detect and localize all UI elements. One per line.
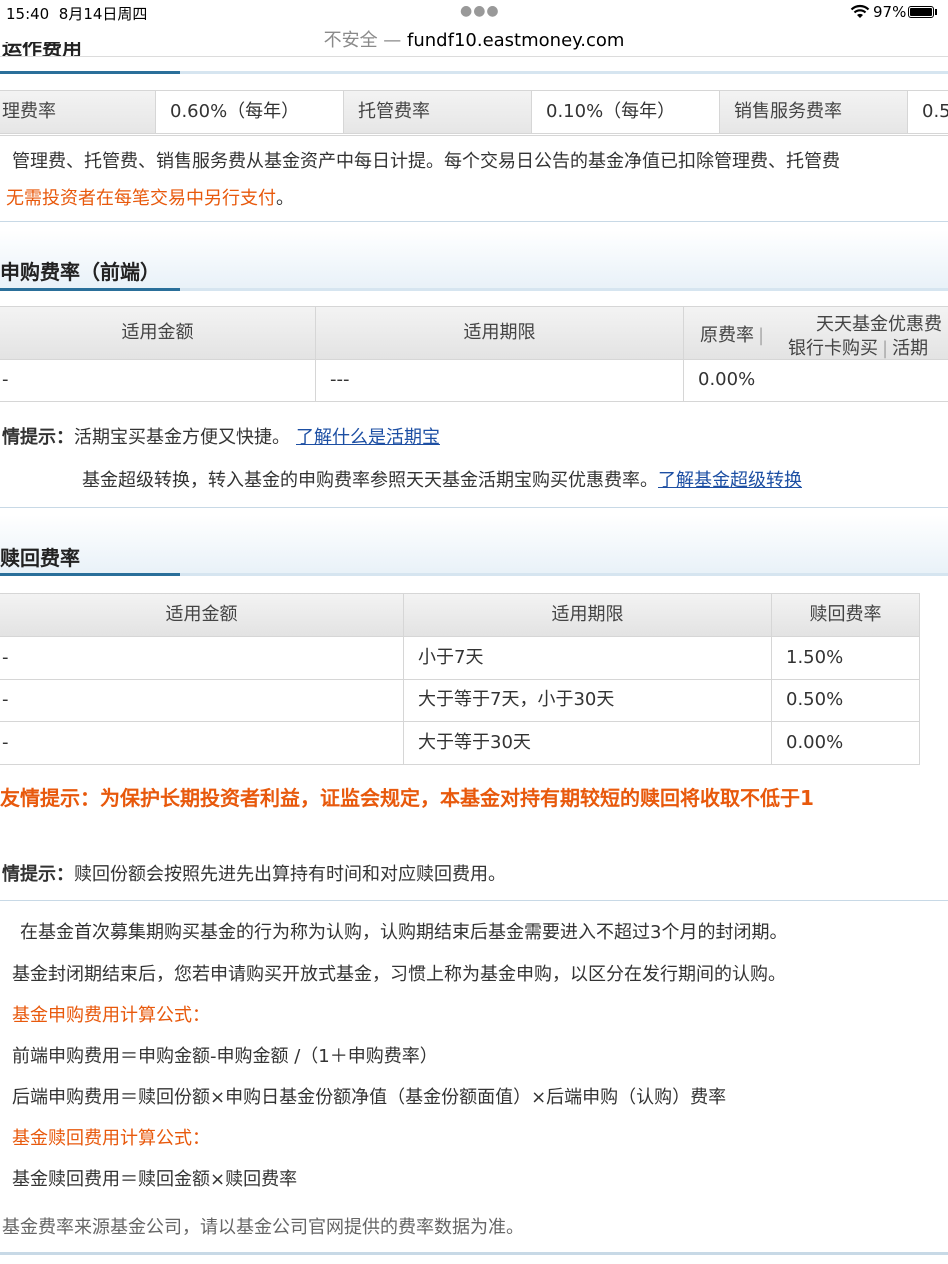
redemption-row-amount: - xyxy=(0,722,404,765)
huoqibao-link[interactable]: 了解什么是活期宝 xyxy=(296,427,440,448)
purchase-tip-label: 情提示： xyxy=(2,427,74,448)
footer-divider xyxy=(0,1252,948,1255)
management-fee-value: 0.60%（每年） xyxy=(156,91,344,134)
purchase-tip-text: 活期宝买基金方便又快捷。 xyxy=(74,427,290,448)
redemption-fees-title: 赎回费率 xyxy=(0,546,80,570)
wifi-icon xyxy=(850,4,870,24)
purchase-row-period: --- xyxy=(316,360,684,402)
battery-percent: 97% xyxy=(873,3,907,21)
redemption-header-period: 适用期限 xyxy=(404,593,772,637)
redemption-row-amount: - xyxy=(0,680,404,722)
explanation-line2: 基金封闭期结束后，您若申请购买开放式基金，习惯上称为基金申购，以区分在发行期间的… xyxy=(12,964,786,985)
purchase-fees-title-underline xyxy=(0,288,948,291)
browser-status-bar: 15:40 8月14日周四 ●●● 不安全 — fundf10.eastmone… xyxy=(0,0,948,57)
purchase-tip2: 基金超级转换，转入基金的申购费率参照天天基金活期宝购买优惠费率。了解基金超级转换 xyxy=(82,466,802,492)
operating-fees-title-text: 运作费用 xyxy=(2,42,82,56)
redemption-row-amount: - xyxy=(0,637,404,680)
redemption-header-amount: 适用金额 xyxy=(0,593,404,637)
custody-fee-label: 托管费率 xyxy=(344,91,532,134)
redemption-fees-table: 适用金额 适用期限 赎回费率 - 小于7天 1.50% - 大于等于7天，小于3… xyxy=(0,593,920,765)
section-divider xyxy=(0,507,948,508)
purchase-formula-backend: 后端申购费用＝赎回份额×申购日基金份额净值（基金份额面值）×后端申购（认购）费率 xyxy=(12,1087,727,1108)
custody-fee-value: 0.10%（每年） xyxy=(532,91,720,134)
redeem-formula-title: 基金赎回费用计算公式： xyxy=(12,1128,210,1149)
purchase-header-original-rate: 原费率 | xyxy=(700,325,765,346)
purchase-header-period: 适用期限 xyxy=(316,306,684,360)
status-time: 15:40 8月14日周四 xyxy=(6,3,147,24)
section-divider xyxy=(0,221,948,222)
purchase-tip: 情提示：活期宝买基金方便又快捷。 了解什么是活期宝 xyxy=(2,423,440,449)
purchase-header-rates: 原费率 | 天天基金优惠费 银行卡购买 | 活期 xyxy=(684,306,948,360)
redemption-tip-label: 情提示： xyxy=(2,864,74,885)
purchase-fees-table: 适用金额 适用期限 原费率 | 天天基金优惠费 银行卡购买 | 活期 - --- 0.… xyxy=(0,306,948,402)
purchase-row-amount: - xyxy=(0,360,316,402)
purchase-row-original-rate: 0.00% xyxy=(684,360,948,402)
super-conversion-link[interactable]: 了解基金超级转换 xyxy=(658,470,802,491)
url-text: fundf10.eastmoney.com xyxy=(407,30,625,51)
explanation-line1: 在基金首次募集期购买基金的行为称为认购，认购期结束后基金需要进入不超过3个月的封… xyxy=(20,922,788,943)
address-bar[interactable]: 不安全 — fundf10.eastmoney.com xyxy=(0,26,948,52)
operating-fees-table: 理费率 0.60%（每年） 托管费率 0.10%（每年） 销售服务费率 0.5 xyxy=(0,90,948,136)
discount-separator: | xyxy=(882,338,889,359)
sales-service-fee-value: 0.5 xyxy=(908,91,948,134)
redemption-header-rate: 赎回费率 xyxy=(772,593,920,637)
redemption-row-rate: 0.50% xyxy=(772,680,920,722)
redemption-row-rate: 1.50% xyxy=(772,637,920,680)
footer-note: 基金费率来源基金公司，请以基金公司官网提供的费率数据为准。 xyxy=(2,1217,524,1238)
redeem-formula: 基金赎回费用＝赎回金额×赎回费率 xyxy=(12,1169,298,1190)
management-fee-label: 理费率 xyxy=(0,91,156,134)
security-label: 不安全 xyxy=(323,30,378,51)
operating-fees-note-line1: 管理费、托管费、销售服务费从基金资产中每日计提。每个交易日公告的基金净值已扣除管… xyxy=(12,151,840,172)
status-date: 8月14日周四 xyxy=(58,5,148,23)
redemption-tip: 情提示：赎回份额会按照先进先出算持有时间和对应赎回费用。 xyxy=(2,860,506,886)
operating-fees-title-underline xyxy=(0,71,948,74)
purchase-formula-title: 基金申购费用计算公式： xyxy=(12,1005,210,1026)
discount-demand-label: 活期 xyxy=(892,338,929,359)
redemption-fees-title-underline xyxy=(0,573,948,576)
redemption-row-period: 大于等于30天 xyxy=(404,722,772,765)
redemption-row-period: 大于等于7天，小于30天 xyxy=(404,680,772,722)
purchase-header-discount-sub: 银行卡购买 | 活期 xyxy=(788,334,929,359)
operating-fees-note-period: 。 xyxy=(276,188,294,209)
discount-bank-label: 银行卡购买 xyxy=(788,338,878,359)
purchase-tip2-text: 基金超级转换，转入基金的申购费率参照天天基金活期宝购买优惠费率。 xyxy=(82,470,658,491)
tab-overview-dots-icon[interactable]: ●●● xyxy=(460,3,500,19)
redemption-fees-header: 赎回费率 xyxy=(0,515,948,575)
purchase-formula-frontend: 前端申购费用＝申购金额-申购金额 /（1＋申购费率） xyxy=(12,1046,438,1067)
purchase-header-discount-title: 天天基金优惠费 xyxy=(816,314,942,335)
redemption-row-rate: 0.00% xyxy=(772,722,920,765)
purchase-fees-header: 申购费率（前端） xyxy=(0,230,948,290)
battery-icon xyxy=(908,6,934,18)
operating-fees-note-line2: 无需投资者在每笔交易中另行支付。 xyxy=(6,184,294,210)
operating-fees-title: 运作费用 xyxy=(2,42,82,56)
section-divider xyxy=(0,900,948,901)
sales-service-fee-label: 销售服务费率 xyxy=(720,91,908,134)
redemption-warning: 友情提示：为保护长期投资者利益，证监会规定，本基金对持有期较短的赎回将收取不低于… xyxy=(0,786,814,810)
url-separator: — xyxy=(377,30,408,51)
operating-fees-note-highlight: 无需投资者在每笔交易中另行支付 xyxy=(6,188,276,209)
status-clock: 15:40 xyxy=(6,5,50,23)
redemption-tip-text: 赎回份额会按照先进先出算持有时间和对应赎回费用。 xyxy=(74,864,506,885)
battery-tip xyxy=(935,9,937,15)
original-rate-label: 原费率 xyxy=(700,325,754,346)
purchase-fees-title: 申购费率（前端） xyxy=(0,260,160,284)
redemption-row-period: 小于7天 xyxy=(404,637,772,680)
purchase-header-amount: 适用金额 xyxy=(0,306,316,360)
